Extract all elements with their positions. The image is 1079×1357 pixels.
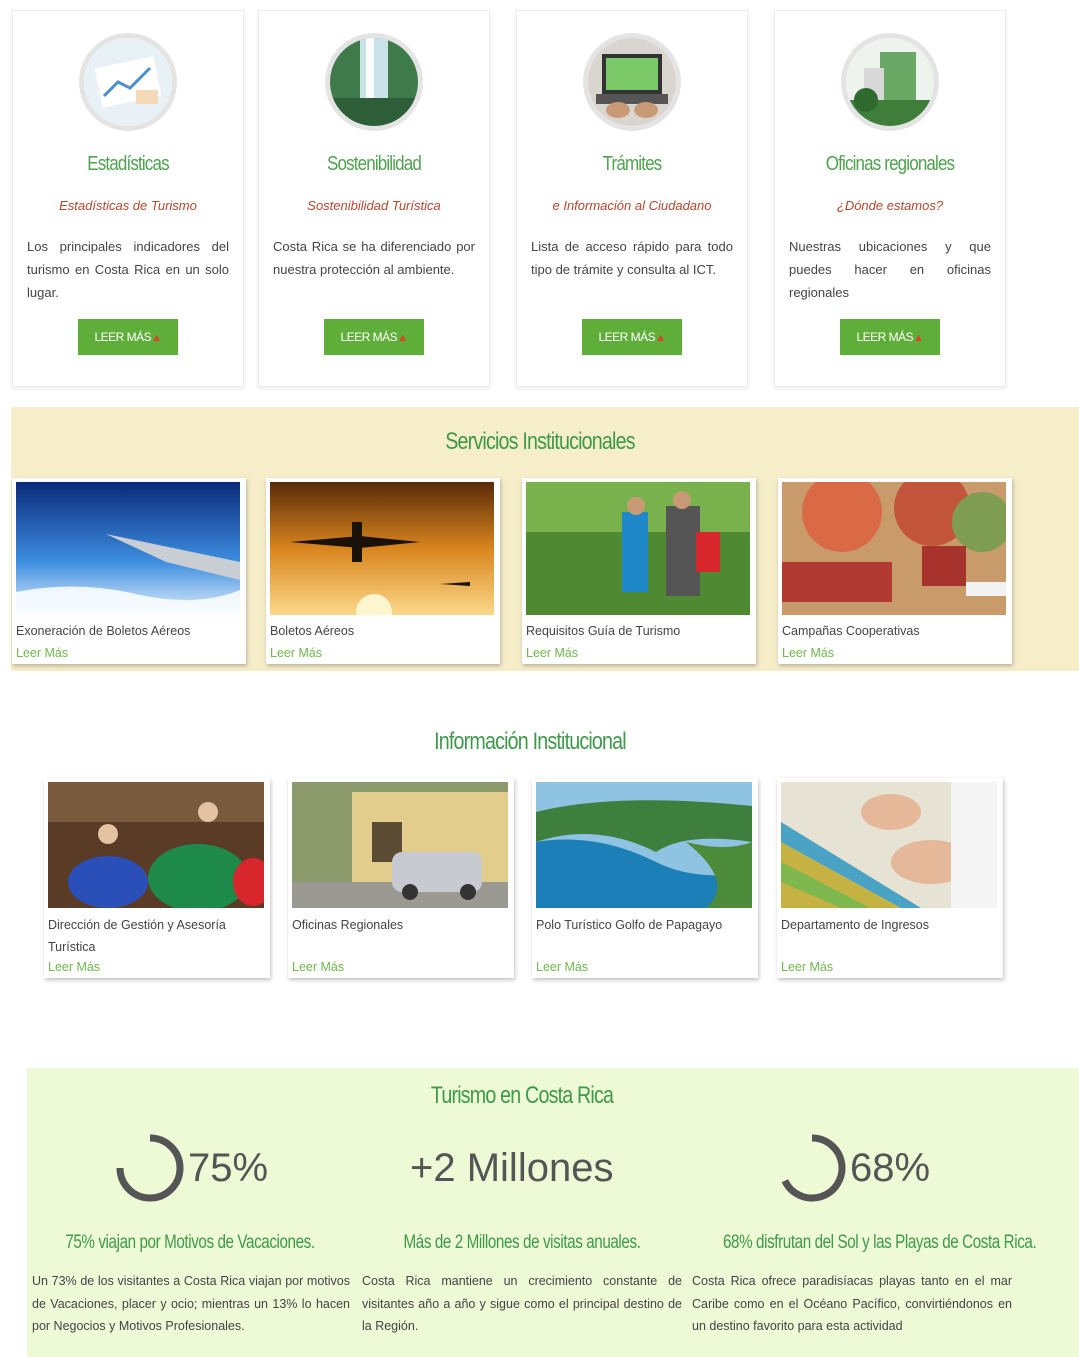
leer-mas-button[interactable]: LEER MÁS▲ xyxy=(582,319,682,355)
card-title: Sostenibilidad xyxy=(327,153,422,175)
stat-text: Costa Rica mantiene un crecimiento const… xyxy=(362,1274,682,1333)
leer-mas-link[interactable]: Leer Más xyxy=(782,646,834,660)
informacion-title: Información Institucional xyxy=(434,728,627,755)
card-description: Los principales indicadores del turismo … xyxy=(27,239,229,300)
tile-caption: Exoneración de Boletos Aéreos xyxy=(16,624,191,638)
card-tramites: Trámites e Información al Ciudadano List… xyxy=(516,10,748,387)
stat-heading: Más de 2 Millones de visitas anuales. xyxy=(403,1232,641,1253)
arrow-up-icon: ▲ xyxy=(655,332,666,344)
card-title: Estadísticas xyxy=(87,153,169,175)
service-tile[interactable]: Requisitos Guía de Turismo Leer Más xyxy=(522,478,756,664)
building-photo xyxy=(841,33,939,131)
stat-value: 68% xyxy=(850,1145,931,1190)
tile-caption: Polo Turístico Golfo de Papagayo xyxy=(536,918,723,932)
leer-mas-link[interactable]: Leer Más xyxy=(270,646,322,660)
card-subtitle: Sostenibilidad Turística xyxy=(307,198,441,213)
stat-playas: 68% xyxy=(774,1128,930,1208)
tile-caption: Departamento de Ingresos xyxy=(781,918,930,932)
arrow-up-icon: ▲ xyxy=(397,332,408,344)
leer-mas-button[interactable]: LEER MÁS▲ xyxy=(78,319,178,355)
progress-arc xyxy=(116,1134,184,1202)
tile-caption: Boletos Aéreos xyxy=(270,624,355,638)
card-estadisticas: Estadísticas Estadísticas de Turismo Los… xyxy=(12,10,244,387)
card-subtitle: e Información al Ciudadano xyxy=(552,198,712,213)
service-tile[interactable]: Campañas Cooperativas Leer Más xyxy=(778,470,1012,664)
button-label: LEER MÁS xyxy=(340,330,398,344)
service-tile[interactable]: Exoneración de Boletos Aéreos Leer Más xyxy=(12,478,246,664)
leer-mas-link[interactable]: Leer Más xyxy=(526,646,578,660)
progress-arc xyxy=(781,1134,846,1202)
leer-mas-link[interactable]: Leer Más xyxy=(48,960,100,974)
info-tile[interactable]: Dirección de Gestión y Asesoría Turístic… xyxy=(44,778,273,978)
card-description: Lista de acceso rápido para todo tipo de… xyxy=(531,239,733,277)
card-title: Trámites xyxy=(602,153,663,175)
leer-mas-button[interactable]: LEER MÁS▲ xyxy=(324,319,424,355)
button-label: LEER MÁS xyxy=(856,330,914,344)
progress-ring xyxy=(781,1134,846,1202)
arrow-up-icon: ▲ xyxy=(913,332,924,344)
stat-visitas: +2 Millones xyxy=(410,1128,613,1208)
leer-mas-link[interactable]: Leer Más xyxy=(536,960,588,974)
arrow-up-icon: ▲ xyxy=(151,332,162,344)
button-label: LEER MÁS xyxy=(94,330,152,344)
tile-caption: Requisitos Guía de Turismo xyxy=(526,624,681,638)
button-label: LEER MÁS xyxy=(598,330,656,344)
info-tile[interactable]: Departamento de Ingresos Leer Más xyxy=(777,778,1003,978)
card-sostenibilidad: Sostenibilidad Sostenibilidad Turística … xyxy=(258,10,490,387)
progress-ring xyxy=(116,1134,184,1202)
card-oficinas: Oficinas regionales ¿Dónde estamos? Nues… xyxy=(774,10,1006,387)
folk-dancers-photo xyxy=(48,782,273,913)
feature-cards: Estadísticas Estadísticas de Turismo Los… xyxy=(0,0,1079,400)
tile-caption: Dirección de Gestión y Asesoría Turístic… xyxy=(48,918,226,954)
info-tile[interactable]: Oficinas Regionales Leer Más xyxy=(288,778,514,978)
card-description: Nuestras ubicaciones y que puedes hacer … xyxy=(789,239,991,300)
stat-heading: 75% viajan por Motivos de Vacaciones. xyxy=(65,1232,315,1253)
info-tile[interactable]: Polo Turístico Golfo de Papagayo Leer Má… xyxy=(532,778,758,978)
stat-text: Un 73% de los visitantes a Costa Rica vi… xyxy=(32,1274,350,1333)
leer-mas-link[interactable]: Leer Más xyxy=(781,960,833,974)
statistics-photo xyxy=(79,33,177,131)
servicios-title: Servicios Institucionales xyxy=(445,428,635,455)
files-hands-photo xyxy=(781,782,997,913)
card-subtitle: ¿Dónde estamos? xyxy=(836,198,944,213)
service-tile[interactable]: Boletos Aéreos Leer Más xyxy=(266,478,500,664)
stat-vacaciones: 75% xyxy=(112,1128,268,1208)
stat-value: 75% xyxy=(188,1145,269,1190)
leer-mas-link[interactable]: Leer Más xyxy=(292,960,344,974)
waterfall-photo xyxy=(325,33,423,131)
laptop-photo xyxy=(583,33,681,131)
tile-caption: Oficinas Regionales xyxy=(292,918,404,932)
leer-mas-link[interactable]: Leer Más xyxy=(16,646,68,660)
airplane-wing-photo xyxy=(16,482,240,620)
red-barn-photo xyxy=(782,470,1012,620)
leer-mas-button[interactable]: LEER MÁS▲ xyxy=(840,319,940,355)
card-subtitle: Estadísticas de Turismo xyxy=(59,198,197,213)
tile-caption: Campañas Cooperativas xyxy=(782,624,920,638)
stat-text: Costa Rica ofrece paradisíacas playas ta… xyxy=(692,1274,1012,1333)
regional-office-photo xyxy=(292,782,508,913)
turismo-title: Turismo en Costa Rica xyxy=(430,1082,614,1109)
airplane-sunset-photo xyxy=(270,482,494,630)
papagayo-bay-photo xyxy=(536,782,752,913)
tour-guide-photo xyxy=(526,482,750,620)
stat-value: +2 Millones xyxy=(410,1145,614,1190)
stat-heading: 68% disfrutan del Sol y las Playas de Co… xyxy=(723,1232,1037,1253)
card-title: Oficinas regionales xyxy=(825,153,955,175)
card-description: Costa Rica se ha diferenciado por nuestr… xyxy=(273,239,475,277)
